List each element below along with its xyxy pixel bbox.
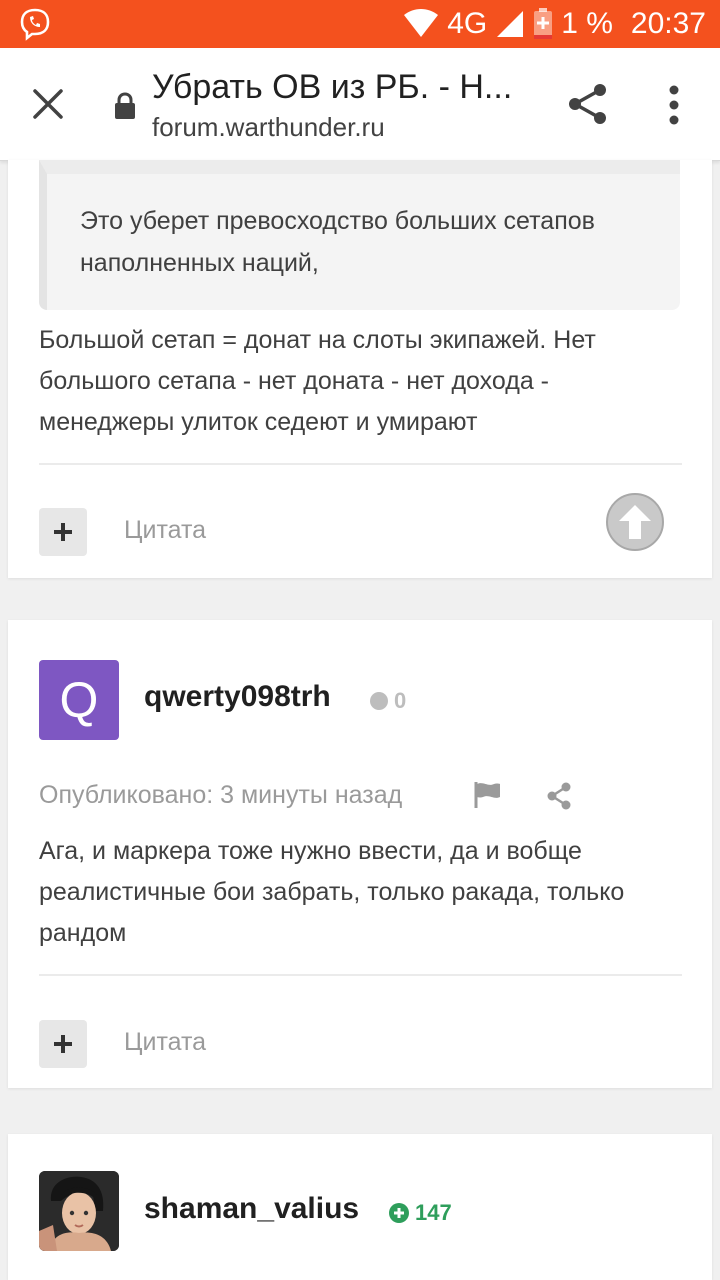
post-text: Большой сетап = донат на слоты экипажей.… (39, 326, 596, 436)
browser-toolbar: Убрать ОВ из РБ. - Н... forum.warthunder… (0, 48, 720, 161)
wifi-icon (404, 9, 439, 37)
viber-icon (20, 8, 50, 41)
quote-button[interactable]: Цитата (124, 1028, 206, 1057)
reputation-count: 0 (394, 688, 407, 713)
network-type: 4G (447, 7, 488, 40)
status-bar: 4G 1 % 20:37 (0, 0, 720, 48)
reputation-count: 147 (415, 1200, 452, 1225)
divider (39, 463, 682, 465)
post-card: shaman_valius 147 (8, 1134, 712, 1280)
avatar[interactable]: Q (39, 660, 119, 740)
post-card: Это уберет превосходство больших сетапов… (8, 160, 712, 578)
plus-icon (54, 523, 72, 541)
post-card: Q qwerty098trh 0 Опубликовано: 3 минуты … (8, 620, 712, 1088)
share-icon[interactable] (546, 782, 572, 810)
multiquote-button[interactable] (39, 1020, 87, 1068)
arrow-up-icon (619, 505, 651, 539)
battery-icon (534, 8, 553, 39)
reputation-badge: 147 (389, 1200, 452, 1226)
reputation-badge: 0 (370, 688, 406, 714)
overflow-menu-icon[interactable] (664, 84, 684, 126)
quote-text: Это уберет превосходство больших сетапов… (80, 207, 595, 277)
page-title[interactable]: Убрать ОВ из РБ. - Н... (152, 68, 542, 107)
reputation-neutral-icon (370, 692, 388, 710)
report-flag-icon[interactable] (474, 782, 502, 808)
post-date: Опубликовано: 3 минуты назад (39, 781, 403, 809)
avatar[interactable] (39, 1171, 119, 1251)
divider (39, 974, 682, 976)
signal-icon (497, 11, 524, 37)
username[interactable]: shaman_valius (144, 1192, 359, 1226)
multiquote-button[interactable] (39, 508, 87, 556)
share-icon[interactable] (566, 82, 610, 126)
username[interactable]: qwerty098trh (144, 680, 331, 714)
post-text: Ага, и маркера тоже нужно ввести, да и в… (39, 837, 625, 947)
scroll-top-button[interactable] (606, 493, 664, 551)
clock: 20:37 (630, 7, 706, 40)
quote-button[interactable]: Цитата (124, 516, 206, 545)
battery-level: 1 % (561, 7, 613, 40)
lock-icon (115, 92, 135, 119)
reputation-plus-icon (389, 1203, 409, 1223)
plus-icon (54, 1035, 72, 1053)
quote-block: Это уберет превосходство больших сетапов… (39, 160, 680, 310)
avatar-image (39, 1171, 119, 1251)
page-url[interactable]: forum.warthunder.ru (152, 112, 385, 143)
close-icon[interactable] (30, 86, 66, 122)
